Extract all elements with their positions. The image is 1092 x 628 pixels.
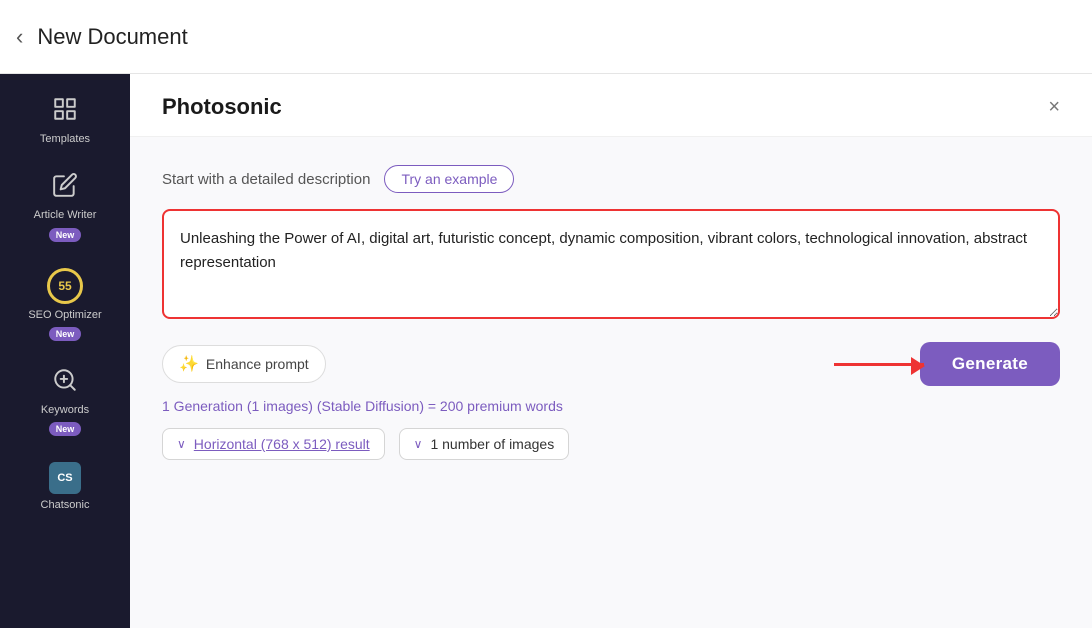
main-layout: Templates Article Writer New 55 SEO Opti…: [0, 74, 1092, 628]
back-button[interactable]: ‹: [16, 26, 23, 48]
sidebar-item-templates[interactable]: Templates: [8, 86, 122, 154]
images-dropdown[interactable]: ∨ 1 number of images: [399, 428, 570, 460]
content-area: Photosonic × Start with a detailed descr…: [130, 74, 1092, 628]
article-writer-badge: New: [49, 228, 82, 242]
chatsonic-label: Chatsonic: [41, 498, 90, 512]
seo-circle: 55: [47, 268, 83, 304]
sidebar-item-keywords[interactable]: Keywords New: [8, 357, 122, 444]
sidebar-item-article-writer[interactable]: Article Writer New: [8, 162, 122, 249]
images-label: 1 number of images: [430, 436, 554, 452]
article-writer-label: Article Writer: [34, 208, 97, 222]
description-label: Start with a detailed description: [162, 171, 370, 188]
sidebar-item-chatsonic[interactable]: CS Chatsonic: [8, 452, 122, 520]
generate-button[interactable]: Generate: [920, 342, 1060, 386]
chatsonic-icon: CS: [49, 462, 81, 494]
sidebar-item-seo-optimizer[interactable]: 55 SEO Optimizer New: [8, 258, 122, 349]
close-button[interactable]: ×: [1048, 96, 1060, 119]
result-dropdown[interactable]: ∨ Horizontal (768 x 512) result: [162, 428, 385, 460]
result-label: Horizontal (768 x 512) result: [194, 436, 370, 452]
actions-row: ✨ Enhance prompt Generate: [162, 342, 1060, 386]
sidebar: Templates Article Writer New 55 SEO Opti…: [0, 74, 130, 628]
description-row: Start with a detailed description Try an…: [162, 165, 1060, 193]
generation-info: 1 Generation (1 images) (Stable Diffusio…: [162, 398, 1060, 414]
seo-optimizer-badge: New: [49, 327, 82, 341]
templates-label: Templates: [40, 132, 90, 146]
enhance-icon: ✨: [179, 354, 199, 374]
enhance-label: Enhance prompt: [206, 356, 309, 372]
images-chevron-icon: ∨: [414, 437, 423, 451]
options-row: ∨ Horizontal (768 x 512) result ∨ 1 numb…: [162, 428, 1060, 460]
panel-header: Photosonic ×: [130, 74, 1092, 137]
keywords-badge: New: [49, 422, 82, 436]
result-chevron-icon: ∨: [177, 437, 186, 451]
seo-optimizer-label: SEO Optimizer: [28, 308, 101, 322]
top-bar: ‹ New Document: [0, 0, 1092, 74]
arrow-generate-row: Generate: [834, 342, 1060, 386]
keywords-icon: [52, 367, 78, 399]
templates-icon: [52, 96, 78, 128]
try-example-button[interactable]: Try an example: [384, 165, 514, 193]
panel-title: Photosonic: [162, 94, 282, 120]
article-writer-icon: [52, 172, 78, 204]
red-arrow: [834, 363, 924, 366]
enhance-prompt-button[interactable]: ✨ Enhance prompt: [162, 345, 326, 383]
panel-body: Start with a detailed description Try an…: [130, 137, 1092, 628]
keywords-label: Keywords: [41, 403, 89, 417]
prompt-textarea[interactable]: [162, 209, 1060, 319]
page-title: New Document: [37, 24, 187, 50]
